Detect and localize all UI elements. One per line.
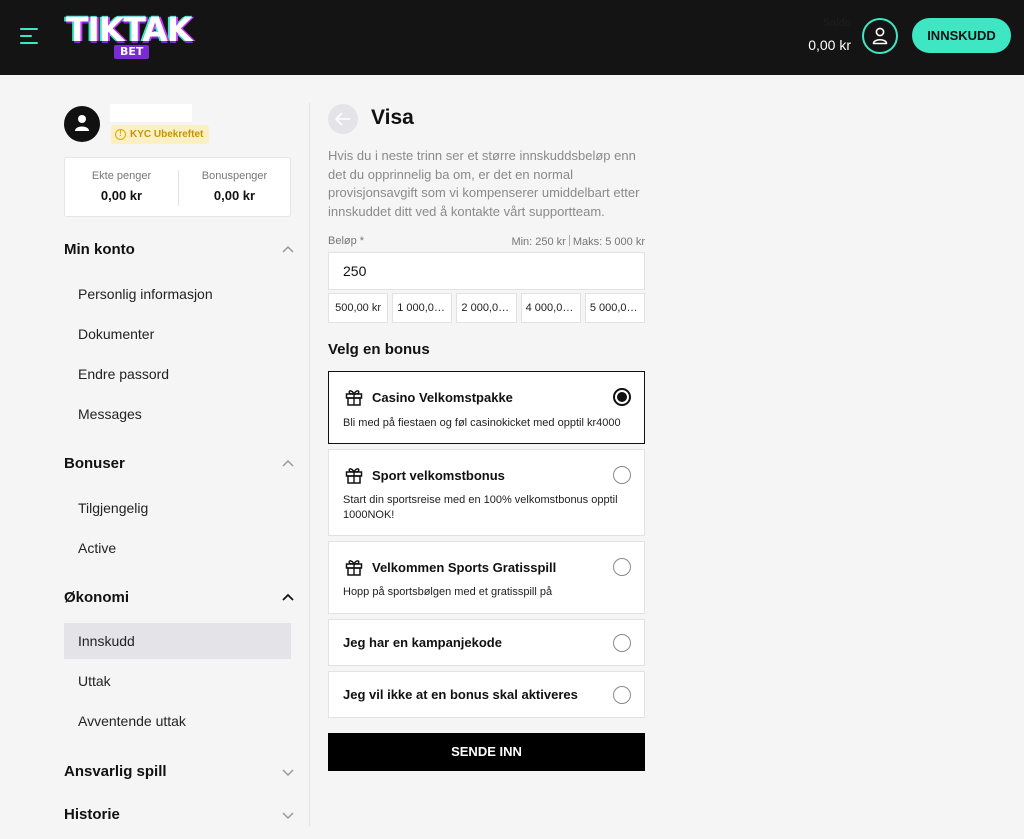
user-icon — [75, 115, 89, 131]
bonus-description: Start din sportsreise med en 100% velkom… — [343, 494, 618, 521]
avatar — [64, 106, 100, 142]
chevron-down-icon — [282, 812, 294, 820]
bonus-option-kampanjekode[interactable]: Jeg har en kampanjekode — [328, 619, 645, 666]
bonus-title: Jeg vil ikke at en bonus skal aktiveres — [343, 687, 578, 702]
bonus-description: Hopp på sportsbølgen med et gratisspill … — [343, 586, 553, 598]
section-min-konto[interactable]: Min konto — [64, 239, 294, 261]
nav-item-dokumenter[interactable]: Dokumenter — [64, 316, 291, 352]
username-redacted — [110, 104, 192, 122]
section-historie[interactable]: Historie — [64, 804, 294, 826]
min-limit: Min: 250 kr — [511, 236, 566, 248]
bonus-option-velkommen-sports-gratisspill[interactable]: Velkommen Sports Gratisspill Hopp på spo… — [328, 541, 645, 614]
sidebar-divider — [309, 103, 310, 826]
bonus-title: Jeg har en kampanjekode — [343, 635, 502, 650]
section-title: Bonuser — [64, 455, 125, 472]
nav-item-tilgjengelig[interactable]: Tilgjengelig — [64, 490, 291, 526]
wallet-summary: Ekte penger 0,00 kr Bonuspenger 0,00 kr — [64, 157, 291, 217]
chevron-up-icon — [282, 459, 294, 467]
preset-amount-button[interactable]: 5 000,00 kr — [584, 293, 646, 323]
preset-amount-button[interactable]: 4 000,00 kr — [520, 293, 581, 323]
preset-amount-button[interactable]: 1 000,00 kr — [392, 293, 453, 323]
amount-label: Beløp * — [328, 235, 365, 247]
page-title: Visa — [371, 106, 414, 129]
section-bonuser[interactable]: Bonuser — [64, 453, 294, 475]
bonus-title: Sport velkomstbonus — [372, 468, 505, 483]
top-header: TIKTAK BET Saldo 0,00 kr INNSKUDD — [0, 0, 1024, 75]
amount-limits: Min: 250 kr Maks: 5 000 kr — [440, 235, 645, 248]
chevron-down-icon — [282, 769, 294, 777]
bonus-title: Velkommen Sports Gratisspill — [372, 560, 557, 575]
bonus-radio[interactable] — [613, 634, 631, 652]
max-limit: Maks: 5 000 kr — [572, 236, 645, 248]
section-title: Ansvarlig spill — [64, 763, 167, 780]
bonus-heading: Velg en bonus — [328, 341, 430, 358]
logo-text: TIKTAK — [66, 10, 192, 49]
submit-button[interactable]: SENDE INN — [328, 733, 645, 771]
real-money-value: 0,00 kr — [100, 188, 143, 203]
logo-sub: BET — [114, 45, 150, 59]
gift-icon — [345, 390, 363, 406]
arrow-left-icon — [335, 112, 350, 126]
bonus-radio[interactable] — [613, 466, 631, 484]
back-button[interactable] — [328, 104, 358, 134]
kyc-status-text: KYC Ubekreftet — [130, 129, 204, 140]
balance-caption: Saldo — [822, 17, 851, 29]
balance-value: 0,00 kr — [808, 37, 851, 53]
bonus-option-casino-velkomstpakke[interactable]: Casino Velkomstpakke Bli med på fiestaen… — [328, 371, 645, 444]
nav-item-innskudd[interactable]: Innskudd — [64, 623, 291, 659]
nav-item-avventende-uttak[interactable]: Avventende uttak — [64, 703, 291, 739]
nav-item-endre-passord[interactable]: Endre passord — [64, 356, 291, 392]
deposit-button[interactable]: INNSKUDD — [912, 18, 1011, 53]
bonus-radio-selected[interactable] — [613, 388, 631, 406]
section-title: Historie — [64, 806, 120, 823]
section-title: Økonomi — [64, 589, 130, 606]
preset-amount-button[interactable]: 500,00 kr — [328, 293, 389, 323]
nav-item-personlig-informasjon[interactable]: Personlig informasjon — [64, 276, 291, 312]
bonus-radio[interactable] — [613, 558, 631, 576]
gift-icon — [345, 560, 363, 576]
preset-amount-button[interactable]: 2 000,00 kr — [456, 293, 517, 323]
hamburger-menu-icon[interactable] — [20, 28, 40, 46]
bonus-money-value: 0,00 kr — [213, 188, 256, 203]
bonus-title: Casino Velkomstpakke — [372, 390, 513, 405]
tiktak-bet-logo[interactable]: TIKTAK BET — [66, 12, 192, 62]
amount-input[interactable] — [328, 252, 645, 290]
user-icon — [872, 27, 888, 45]
nav-item-active[interactable]: Active — [64, 530, 291, 566]
bonus-option-no-bonus[interactable]: Jeg vil ikke at en bonus skal aktiveres — [328, 671, 645, 718]
nav-item-messages[interactable]: Messages — [64, 396, 291, 432]
bonus-description: Bli med på fiestaen og føl casinokicket … — [343, 417, 621, 429]
section-ansvarlig-spill[interactable]: Ansvarlig spill — [64, 761, 294, 783]
bonus-money-label: Bonuspenger — [201, 170, 268, 182]
section-okonomi[interactable]: Økonomi — [64, 587, 294, 609]
chevron-up-icon — [282, 593, 294, 601]
bonus-radio[interactable] — [613, 686, 631, 704]
fee-info-text: Hvis du i neste trinn ser et større inns… — [328, 148, 640, 219]
nav-item-uttak[interactable]: Uttak — [64, 663, 291, 699]
gift-icon — [345, 468, 363, 484]
real-money-label: Ekte penger — [91, 170, 152, 182]
info-icon: ! — [115, 129, 126, 140]
section-title: Min konto — [64, 241, 135, 258]
kyc-status-badge: ! KYC Ubekreftet — [111, 125, 210, 144]
bonus-option-sport-velkomstbonus[interactable]: Sport velkomstbonus Start din sportsreis… — [328, 449, 645, 536]
chevron-up-icon — [282, 245, 294, 253]
profile-button[interactable] — [862, 18, 898, 54]
preset-amounts: 500,00 kr 1 000,00 kr 2 000,00 kr 4 000,… — [328, 293, 646, 323]
